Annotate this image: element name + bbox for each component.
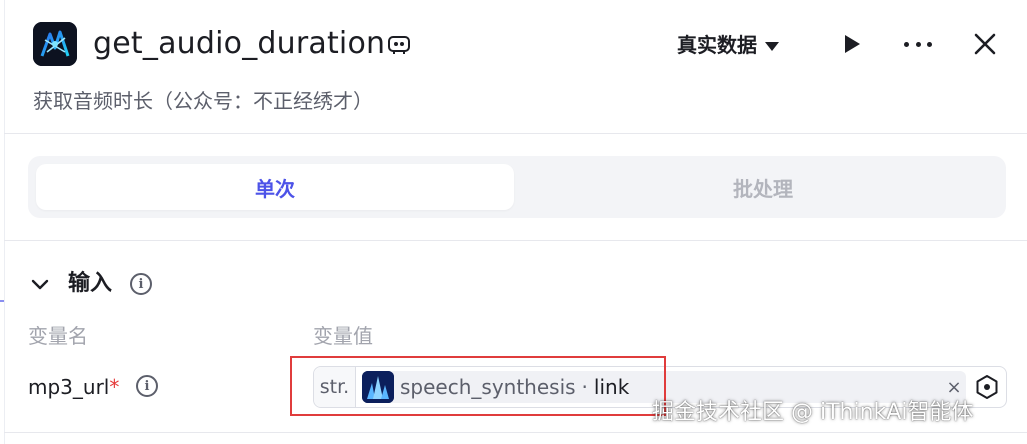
tab-single[interactable]: 单次 [36,164,514,210]
required-mark: * [109,375,120,399]
bottom-divider [4,432,1027,433]
section-collapse-toggle[interactable] [30,274,50,294]
data-mode-label: 真实数据 [677,33,757,57]
play-icon [845,35,860,53]
header-divider [4,133,1027,134]
close-icon [974,33,996,55]
tab-batch[interactable]: 批处理 [528,164,998,210]
variable-picker-button[interactable] [974,374,1000,400]
close-button[interactable] [971,30,999,58]
more-options-button[interactable] [900,30,936,58]
column-header-value: 变量值 [313,324,373,348]
variable-name-text: mp3_url [28,375,110,399]
caret-down-icon [765,41,779,51]
info-icon[interactable]: i [136,375,158,397]
run-button[interactable] [837,30,865,58]
coze-plugin-icon [387,33,411,55]
info-icon[interactable]: i [130,273,152,295]
watermark: 掘金技术社区 @ iThinkAi智能体 [652,400,974,425]
variable-name: mp3_url* [28,372,119,402]
run-mode-tabs: 单次 批处理 [28,156,1006,218]
node-description: 获取音频时长（公众号：不正经绣才） [33,89,373,113]
input-section-title: 输入 [68,271,113,296]
data-mode-select[interactable]: 真实数据 [677,30,779,60]
annotation-highlight-box [290,356,666,416]
tabs-divider [4,240,1027,241]
clear-reference-button[interactable]: × [942,375,966,399]
node-title: get_audio_duration [93,26,386,61]
audio-duration-plugin-icon [33,22,77,66]
variable-picker-icon [976,375,998,399]
more-dots-icon [904,41,909,47]
column-header-name: 变量名 [28,324,88,348]
chevron-down-icon [31,279,49,290]
